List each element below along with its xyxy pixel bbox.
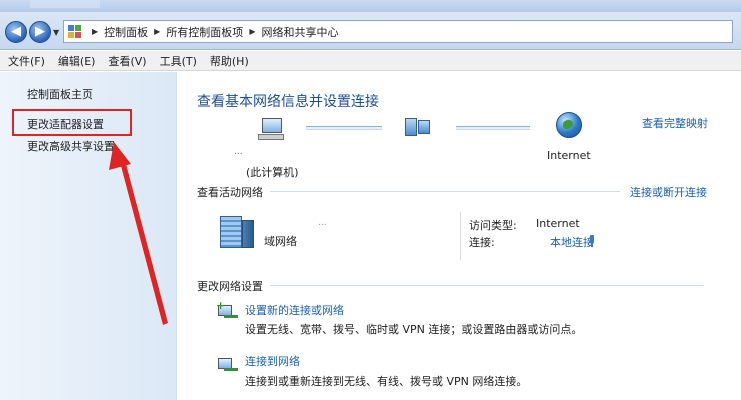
breadcrumb-separator-icon[interactable]: ▶ [92, 27, 98, 36]
connection-row: 连接: 本地连接 [469, 234, 594, 250]
section-title-active-networks: 查看活动网络 [197, 186, 263, 199]
access-type-label: 访问类型: [469, 219, 517, 232]
connect-disconnect-link[interactable]: 连接或断开连接 [630, 184, 707, 200]
breadcrumb: ▶ 控制面板 ▶ 所有控制面板项 ▶ 网络和共享中心 [86, 21, 338, 42]
section-title-change-settings: 更改网络设置 [197, 280, 263, 293]
sidebar: 控制面板主页 更改适配器设置 更改高级共享设置 [0, 72, 177, 400]
page-title: 查看基本网络信息并设置连接 [197, 94, 379, 110]
setup-new-connection-desc: 设置无线、宽带、拨号、临时或 VPN 连接；或设置路由器或访问点。 [245, 323, 583, 336]
title-bar-ghost [30, 0, 100, 8]
sidebar-item-home[interactable]: 控制面板主页 [27, 86, 93, 102]
domain-network-icon [214, 212, 256, 248]
connect-network-icon [216, 354, 240, 374]
ethernet-plug-icon [588, 235, 596, 247]
sidebar-item-advanced-sharing[interactable]: 更改高级共享设置 [27, 138, 115, 154]
connect-to-network-link[interactable]: 连接到网络 [245, 353, 300, 369]
connection-label: 连接: [469, 236, 495, 249]
access-type-row: 访问类型: Internet [469, 217, 580, 233]
access-type-value: Internet [536, 217, 580, 230]
computer-name: ... [234, 147, 243, 157]
breadcrumb-separator-icon[interactable]: ▶ [154, 27, 160, 36]
connect-to-network-desc: 连接到或重新连接到无线、有线、拨号或 VPN 网络连接。 [245, 375, 528, 388]
menu-help[interactable]: 帮助(H) [210, 53, 249, 69]
main-panel: 查看基本网络信息并设置连接 查看完整映射 ... (此计算机) Internet… [178, 72, 741, 400]
map-link-line [456, 126, 530, 130]
address-toolbar: ◀ ▶ ▼ ▶ 控制面板 ▶ 所有控制面板项 ▶ 网络和共享中心 [0, 12, 741, 50]
sidebar-item-adapter-settings[interactable]: 更改适配器设置 [27, 116, 104, 132]
network-icon [404, 117, 432, 137]
menu-view[interactable]: 查看(V) [108, 53, 146, 69]
map-link-line [306, 126, 382, 130]
network-name-dots: ... [318, 218, 327, 228]
internet-globe-icon [556, 112, 582, 138]
section-divider [270, 191, 620, 192]
breadcrumb-item[interactable]: 控制面板 [104, 24, 148, 40]
menu-file[interactable]: 文件(F) [8, 53, 45, 69]
computer-icon [256, 116, 286, 142]
computer-label: (此计算机) [246, 166, 299, 179]
history-dropdown-icon[interactable]: ▼ [53, 28, 59, 37]
address-box[interactable]: ▶ 控制面板 ▶ 所有控制面板项 ▶ 网络和共享中心 [63, 20, 733, 43]
menu-bar: 文件(F) 编辑(E) 查看(V) 工具(T) 帮助(H) [0, 51, 741, 71]
title-bar [0, 0, 741, 12]
control-panel-icon [68, 25, 82, 39]
breadcrumb-separator-icon[interactable]: ▶ [249, 27, 255, 36]
local-connection-link[interactable]: 本地连接 [536, 234, 594, 250]
menu-tools[interactable]: 工具(T) [160, 53, 197, 69]
forward-button[interactable]: ▶ [29, 21, 51, 43]
setup-new-connection-link[interactable]: 设置新的连接或网络 [245, 302, 344, 318]
back-button[interactable]: ◀ [5, 21, 27, 43]
menu-edit[interactable]: 编辑(E) [58, 53, 96, 69]
new-connection-icon: + [216, 300, 240, 321]
full-map-link[interactable]: 查看完整映射 [642, 115, 708, 131]
section-divider [270, 285, 704, 286]
network-type-label: 域网络 [264, 235, 297, 248]
vertical-divider [460, 212, 461, 260]
internet-label: Internet [547, 149, 591, 162]
breadcrumb-item[interactable]: 网络和共享中心 [261, 24, 338, 40]
breadcrumb-item[interactable]: 所有控制面板项 [166, 24, 243, 40]
